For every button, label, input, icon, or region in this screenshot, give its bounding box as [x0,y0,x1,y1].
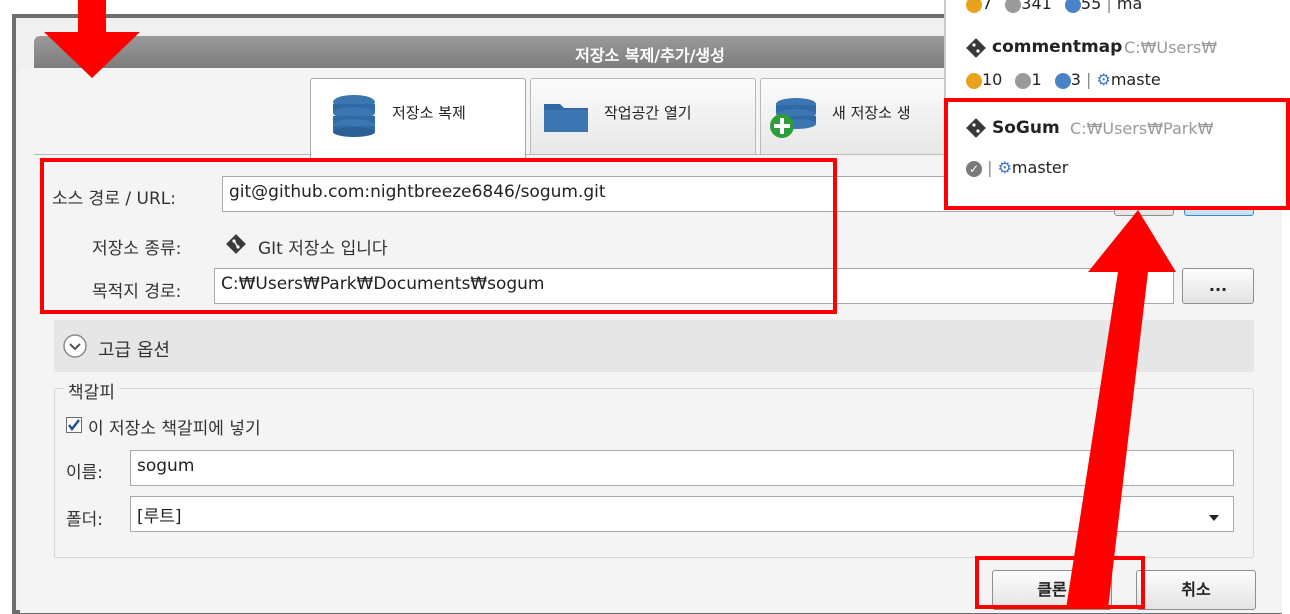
repo-item-commentmap-status: 10 1 3 | ⚙maste [966,70,1161,89]
branch-icon: ⚙ [1096,70,1111,89]
bookmark-folder-label: 폴더: [66,510,104,530]
bookmark-name-label: 이름: [66,463,104,483]
repo-item-commentmap-path: C:₩Users₩ [1124,38,1218,57]
repo-item-commentmap-name[interactable]: commentmap [992,37,1122,57]
git-icon [966,38,986,62]
destination-browse-button[interactable]: ... [1182,268,1254,304]
down-arrow-icon [38,0,148,84]
dialog-title: 저장소 복제/추가/생성 [575,46,725,65]
new-database-icon [768,96,820,144]
chevron-down-icon[interactable] [62,333,88,363]
database-icon [330,94,378,142]
tab-open-workspace-label: 작업공간 열기 [604,104,692,122]
highlight-repo-box [944,98,1290,210]
bookmark-checkbox-label: 이 저장소 책갈피에 넣기 [88,419,261,439]
up-arrow-icon [1030,210,1180,613]
highlight-form-box [40,158,837,314]
tab-new-repo-label: 새 저장소 생 [832,104,911,122]
tab-clone-label: 저장소 복제 [392,104,466,122]
dropdown-arrow-icon[interactable] [1208,508,1220,527]
repo-item-1-status: 7 341 55 | ma [966,0,1142,13]
bookmark-checkbox[interactable] [66,417,82,433]
folder-icon [542,100,590,138]
bookmark-group-label: 책갈피 [64,378,119,403]
advanced-options-label: 고급 옵션 [98,340,170,361]
